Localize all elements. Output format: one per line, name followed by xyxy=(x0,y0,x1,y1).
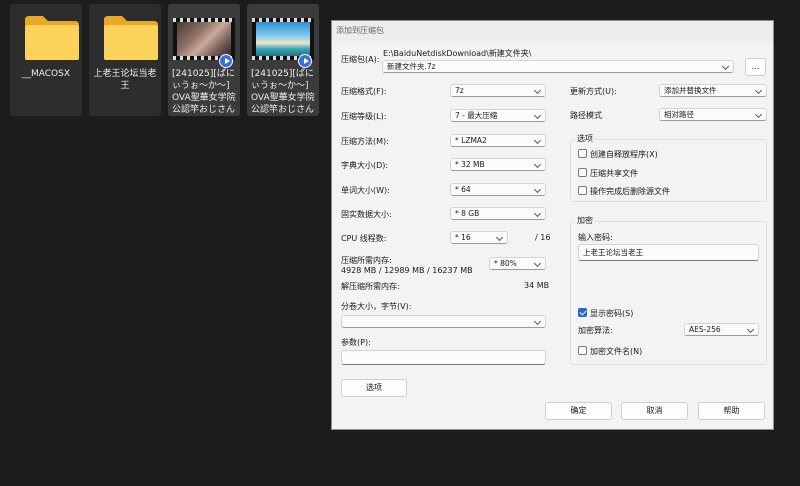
file-name: 上老王论坛当老王 xyxy=(93,69,157,91)
level-value: 7 - 最大压缩 xyxy=(455,111,498,120)
enc-method-label: 加密算法: xyxy=(578,326,613,335)
pathmode-value: 相对路径 xyxy=(664,110,694,119)
split-combo[interactable] xyxy=(341,315,546,328)
threads-combo[interactable]: * 16 xyxy=(450,231,508,244)
dict-combo[interactable]: * 32 MB xyxy=(450,158,546,171)
threads-total: / 16 xyxy=(535,233,551,242)
encrypt-names-checkbox[interactable] xyxy=(578,346,587,355)
sfx-label: 创建自释放程序(X) xyxy=(590,150,658,159)
file-name: __MACOSX xyxy=(21,69,70,79)
show-password-label: 显示密码(S) xyxy=(590,309,634,318)
word-value: * 64 xyxy=(455,185,471,194)
decomp-value: 34 MB xyxy=(524,281,550,290)
method-combo[interactable]: * LZMA2 xyxy=(450,134,546,147)
format-label: 压缩格式(F): xyxy=(341,87,387,96)
delete-checkbox[interactable] xyxy=(578,186,587,195)
play-icon xyxy=(219,54,233,68)
word-combo[interactable]: * 64 xyxy=(450,183,546,196)
video-file-1[interactable]: [241025][ぱにぃうぉ～か～]OVA聖華女学院公認竿おじさん #... xyxy=(168,4,240,116)
method-label: 压缩方法(M): xyxy=(341,137,389,146)
chevron-down-icon xyxy=(533,160,542,169)
level-combo[interactable]: 7 - 最大压缩 xyxy=(450,109,546,122)
enc-method-combo[interactable]: AES-256 xyxy=(684,323,759,336)
dict-value: * 32 MB xyxy=(455,160,485,169)
chevron-down-icon xyxy=(754,86,763,95)
chevron-down-icon xyxy=(533,136,542,145)
mem-percent-combo[interactable]: * 80% xyxy=(489,257,546,270)
encrypt-names-label: 加密文件名(N) xyxy=(590,347,643,356)
update-value: 添加并替换文件 xyxy=(664,86,717,95)
dict-label: 字典大小(D): xyxy=(341,161,389,170)
mem-value: 4928 MB / 12989 MB / 16237 MB xyxy=(341,266,473,275)
chevron-down-icon xyxy=(533,209,542,218)
folder-macosx[interactable]: __MACOSX xyxy=(10,4,82,116)
split-label: 分卷大小，字节(V): xyxy=(341,302,412,311)
play-icon xyxy=(298,54,312,68)
file-name: [241025][ぱにぃうぉ～か～]OVA聖華女学院公認竿おじさん #... xyxy=(251,69,315,115)
chevron-down-icon xyxy=(533,259,542,268)
encrypt-group-title: 加密 xyxy=(575,215,595,226)
chevron-down-icon xyxy=(533,111,542,120)
browse-button[interactable]: ... xyxy=(745,58,766,76)
cancel-button[interactable]: 取消 xyxy=(621,402,688,420)
chevron-down-icon xyxy=(533,317,542,326)
folder-laowang[interactable]: 上老王论坛当老王 xyxy=(89,4,161,116)
ok-button[interactable]: 确定 xyxy=(545,402,612,420)
update-label: 更新方式(U): xyxy=(570,87,617,96)
chevron-down-icon xyxy=(754,110,763,119)
folder-icon xyxy=(25,16,79,60)
chevron-down-icon xyxy=(721,62,730,71)
delete-label: 操作完成后删除源文件 xyxy=(590,187,670,196)
pathmode-combo[interactable]: 相对路径 xyxy=(659,108,767,121)
format-value: 7z xyxy=(455,86,464,95)
solid-label: 固实数据大小: xyxy=(341,210,392,219)
method-value: * LZMA2 xyxy=(455,136,487,145)
enc-method-value: AES-256 xyxy=(689,325,721,334)
archive-label: 压缩包(A): xyxy=(341,55,380,64)
chevron-down-icon xyxy=(533,185,542,194)
shared-checkbox[interactable] xyxy=(578,168,587,177)
mem-percent-value: * 80% xyxy=(494,259,517,268)
folder-icon xyxy=(104,16,158,60)
options-button[interactable]: 选项 xyxy=(341,379,407,397)
threads-label: CPU 线程数: xyxy=(341,234,387,243)
mem-label: 压缩所需内存: xyxy=(341,256,392,265)
chevron-down-icon xyxy=(495,233,504,242)
threads-value: * 16 xyxy=(455,233,471,242)
add-to-archive-dialog: 添加到压缩包 压缩包(A): E:\BaiduNetdiskDownload\新… xyxy=(331,20,774,430)
chevron-down-icon xyxy=(533,86,542,95)
shared-label: 压缩共享文件 xyxy=(590,169,638,178)
options-group-title: 选项 xyxy=(575,133,595,144)
show-password-checkbox[interactable] xyxy=(578,308,587,317)
level-label: 压缩等级(L): xyxy=(341,112,387,121)
dialog-title: 添加到压缩包 xyxy=(332,21,773,41)
pathmode-label: 路径模式 xyxy=(570,111,602,120)
password-label: 输入密码: xyxy=(578,233,613,242)
archive-name-combo[interactable]: 新建文件夹.7z xyxy=(382,60,734,73)
sfx-checkbox[interactable] xyxy=(578,149,587,158)
decomp-label: 解压缩所需内存: xyxy=(341,282,400,291)
word-label: 单词大小(W): xyxy=(341,186,390,195)
video-file-2[interactable]: [241025][ぱにぃうぉ～か～]OVA聖華女学院公認竿おじさん #... xyxy=(247,4,319,116)
solid-combo[interactable]: * 8 GB xyxy=(450,207,546,220)
params-label: 参数(P): xyxy=(341,338,371,347)
solid-value: * 8 GB xyxy=(455,209,480,218)
chevron-down-icon xyxy=(746,325,755,334)
archive-name: 新建文件夹.7z xyxy=(387,62,436,71)
help-button[interactable]: 帮助 xyxy=(698,402,765,420)
params-input[interactable] xyxy=(341,350,546,365)
update-combo[interactable]: 添加并替换文件 xyxy=(659,84,767,97)
archive-path: E:\BaiduNetdiskDownload\新建文件夹\ xyxy=(383,49,532,58)
format-combo[interactable]: 7z xyxy=(450,84,546,97)
password-input[interactable]: 上老王论坛当老王 xyxy=(578,244,759,261)
file-name: [241025][ぱにぃうぉ～か～]OVA聖華女学院公認竿おじさん #... xyxy=(172,69,236,115)
